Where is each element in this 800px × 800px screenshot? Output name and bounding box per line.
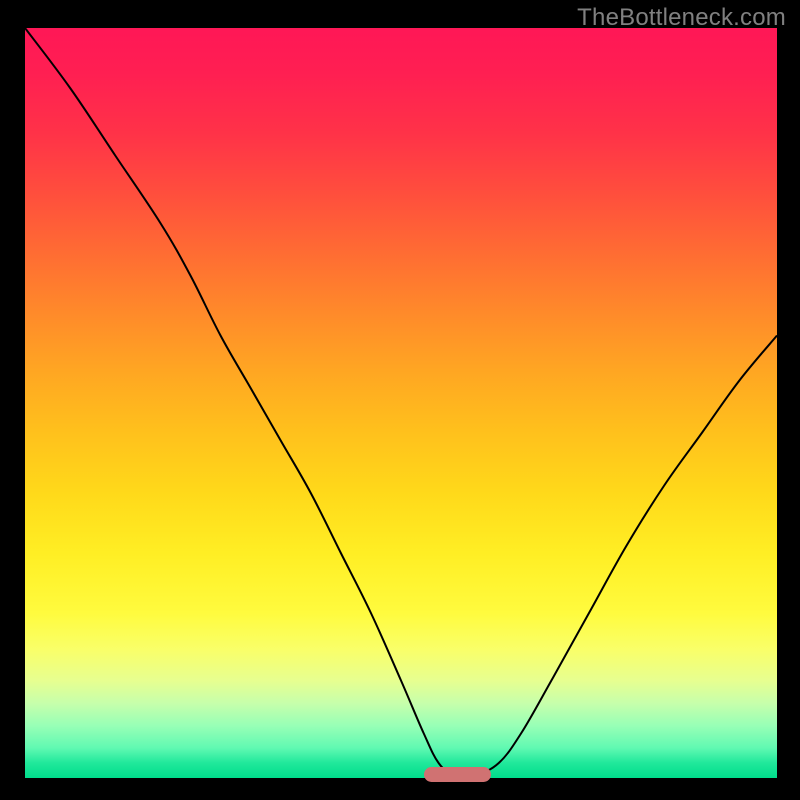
curve-path <box>25 28 777 776</box>
plot-area <box>25 28 777 778</box>
optimum-marker <box>424 767 492 782</box>
bottleneck-curve <box>25 28 777 778</box>
chart-frame: TheBottleneck.com <box>0 0 800 800</box>
watermark-label: TheBottleneck.com <box>577 4 786 32</box>
